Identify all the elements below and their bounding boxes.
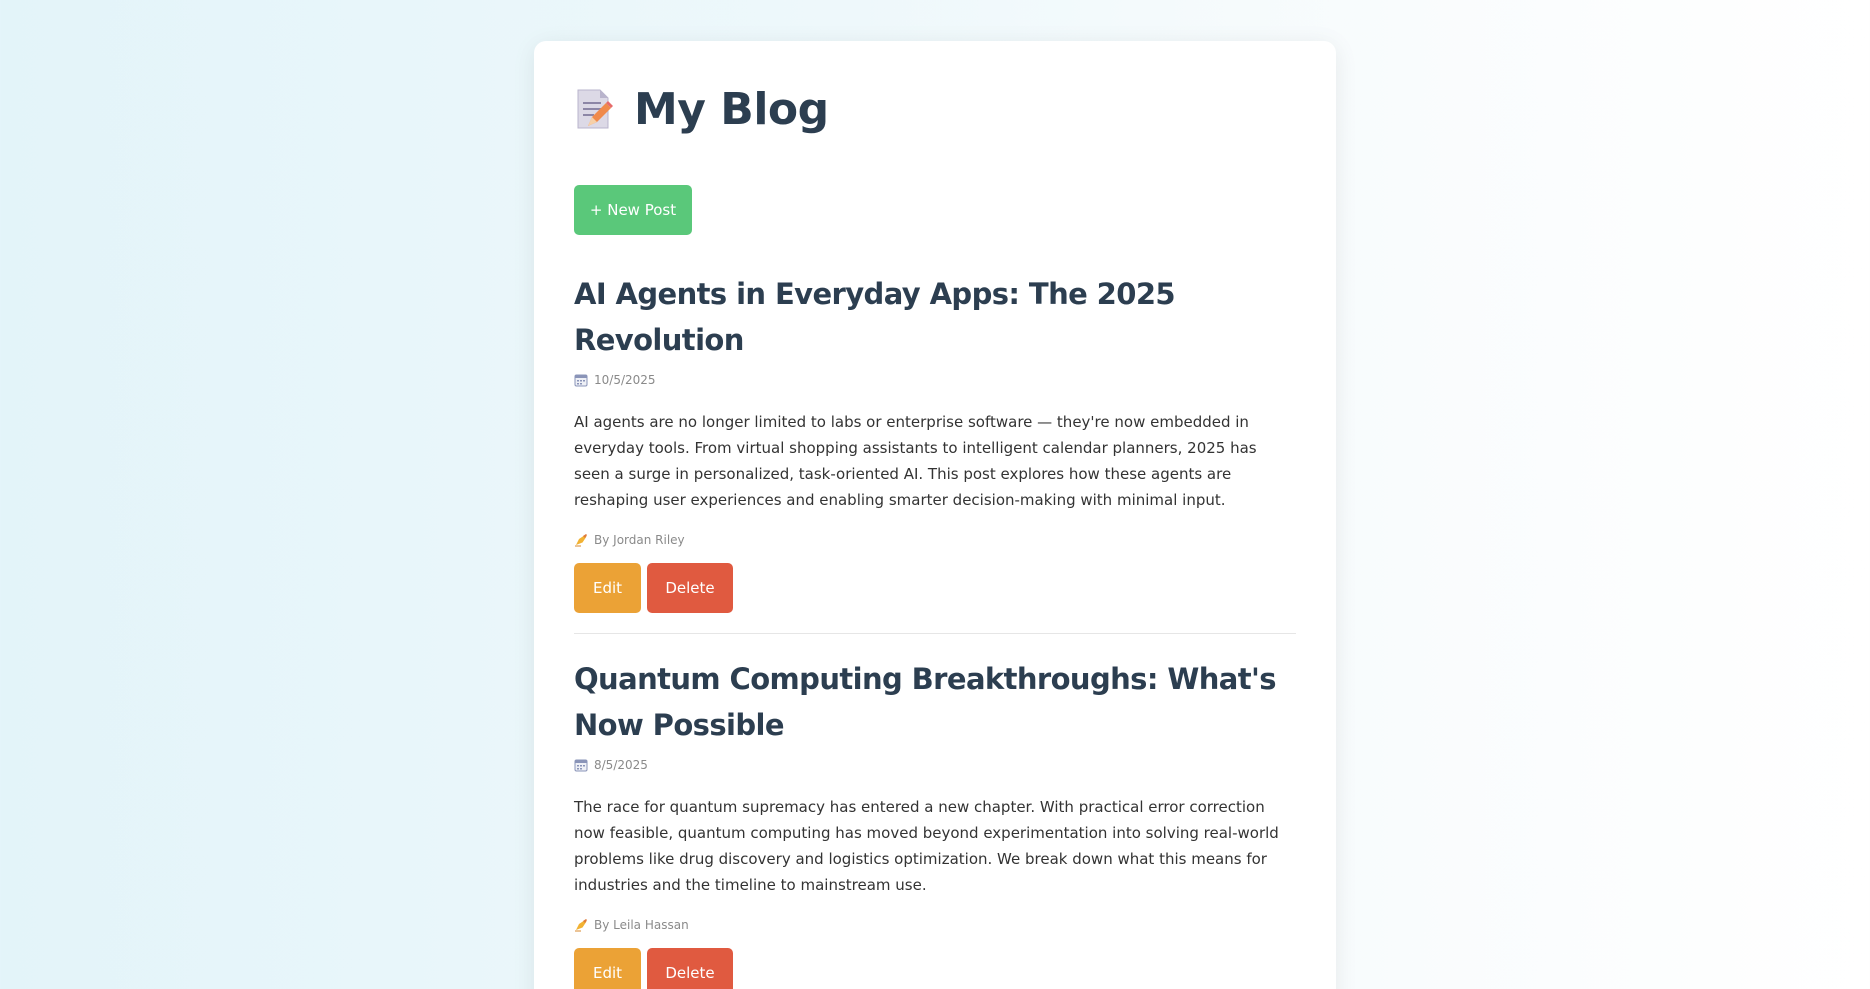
writing-hand-icon — [574, 533, 588, 547]
post-item: Quantum Computing Breakthroughs: What's … — [574, 656, 1296, 989]
edit-button[interactable]: Edit — [574, 563, 641, 613]
blog-header: My Blog — [574, 77, 1296, 141]
writing-hand-icon — [574, 918, 588, 932]
post-author-text: By Leila Hassan — [594, 918, 689, 932]
post-actions: Edit Delete — [574, 563, 1296, 613]
memo-pencil-icon — [574, 86, 614, 132]
post-date: 10/5/2025 — [574, 373, 1296, 387]
blog-card: My Blog + New Post AI Agents in Everyday… — [534, 41, 1336, 989]
post-author: By Jordan Riley — [574, 533, 1296, 547]
post-author: By Leila Hassan — [574, 918, 1296, 932]
post-title[interactable]: Quantum Computing Breakthroughs: What's … — [574, 656, 1296, 748]
calendar-icon — [574, 758, 588, 772]
delete-button[interactable]: Delete — [647, 563, 733, 613]
post-item: AI Agents in Everyday Apps: The 2025 Rev… — [574, 271, 1296, 634]
new-post-button[interactable]: + New Post — [574, 185, 692, 235]
edit-button[interactable]: Edit — [574, 948, 641, 989]
post-date-text: 10/5/2025 — [594, 373, 656, 387]
post-author-text: By Jordan Riley — [594, 533, 685, 547]
post-date: 8/5/2025 — [574, 758, 1296, 772]
post-title[interactable]: AI Agents in Everyday Apps: The 2025 Rev… — [574, 271, 1296, 363]
post-actions: Edit Delete — [574, 948, 1296, 989]
post-excerpt: The race for quantum supremacy has enter… — [574, 798, 1279, 894]
page-title: My Blog — [634, 83, 829, 135]
calendar-icon — [574, 373, 588, 387]
post-excerpt: AI agents are no longer limited to labs … — [574, 413, 1257, 509]
delete-button[interactable]: Delete — [647, 948, 733, 989]
post-date-text: 8/5/2025 — [594, 758, 648, 772]
